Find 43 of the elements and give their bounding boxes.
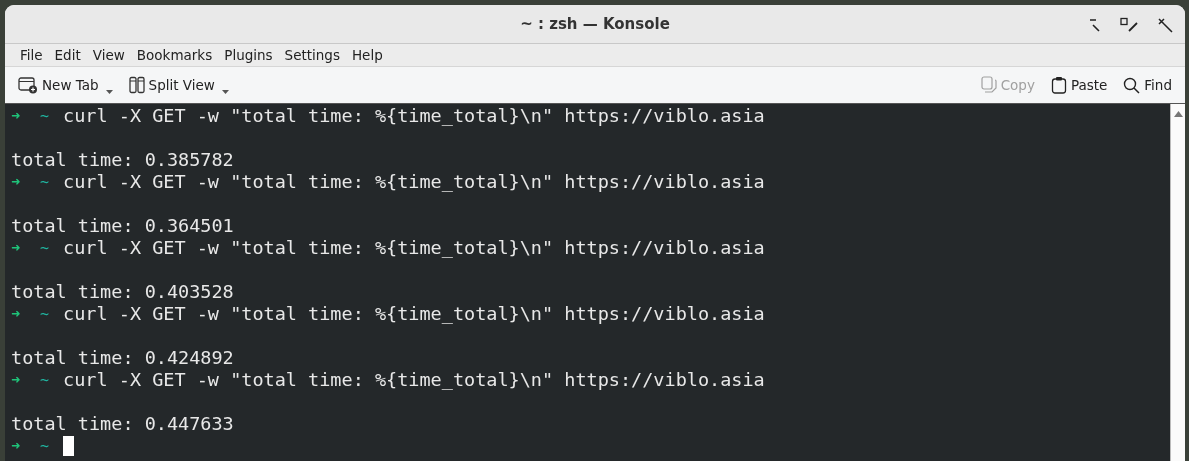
prompt-arrow: ➜ <box>11 238 21 259</box>
terminal-output: total time: 0.385782 <box>11 149 234 171</box>
prompt-arrow: ➜ <box>11 106 21 127</box>
copy-icon <box>980 76 997 94</box>
terminal-command: curl -X GET -w "total time: %{time_total}\n" https://viblo.asia <box>63 303 765 325</box>
split-view-icon <box>128 76 145 94</box>
terminal-output: total time: 0.364501 <box>11 215 234 237</box>
toolbar-button[interactable]: Paste <box>1045 73 1113 97</box>
new-tab-icon <box>18 76 38 94</box>
prompt-arrow: ➜ <box>11 370 21 391</box>
terminal-command: curl -X GET -w "total time: %{time_total}\n" https://viblo.asia <box>63 105 765 127</box>
prompt-directory: ~ <box>40 172 50 193</box>
terminal-command: curl -X GET -w "total time: %{time_total}\n" https://viblo.asia <box>63 369 765 391</box>
terminal-command: curl -X GET -w "total time: %{time_total}\n" https://viblo.asia <box>63 237 765 259</box>
menu-item[interactable]: Help <box>347 47 389 63</box>
clipboard-icon <box>1050 76 1067 94</box>
menu-item[interactable]: View <box>88 47 131 63</box>
terminal-output: total time: 0.424892 <box>11 347 234 369</box>
prompt-directory: ~ <box>40 106 50 127</box>
menu-item[interactable]: Settings <box>280 47 346 63</box>
terminal-output: total time: 0.403528 <box>11 281 234 303</box>
search-icon <box>1123 76 1141 94</box>
prompt-directory: ~ <box>40 304 50 325</box>
window-title: ~ : zsh — Konsole <box>520 15 670 33</box>
toolbar-button[interactable]: New Tab <box>13 73 118 97</box>
scrollbar[interactable] <box>1170 104 1185 461</box>
menu-item[interactable]: Edit <box>50 47 87 63</box>
terminal-command: curl -X GET -w "total time: %{time_total}\n" https://viblo.asia <box>63 171 765 193</box>
prompt-arrow: ➜ <box>11 304 21 325</box>
prompt-directory: ~ <box>40 370 50 391</box>
toolbar-button[interactable]: Find <box>1118 73 1177 97</box>
toolbar-button[interactable]: Split View <box>123 73 234 97</box>
menu-item[interactable]: Plugins <box>220 47 279 63</box>
menu-item[interactable]: File <box>16 47 49 63</box>
prompt-directory: ~ <box>40 436 50 457</box>
prompt-arrow: ➜ <box>11 436 21 457</box>
prompt-arrow: ➜ <box>11 172 21 193</box>
menu-item[interactable]: Bookmarks <box>132 47 219 63</box>
terminal-output: total time: 0.447633 <box>11 413 234 435</box>
prompt-directory: ~ <box>40 238 50 259</box>
scroll-up-icon[interactable] <box>1173 111 1183 117</box>
maximize-icon[interactable] <box>1119 17 1141 33</box>
close-icon[interactable] <box>1157 17 1175 33</box>
